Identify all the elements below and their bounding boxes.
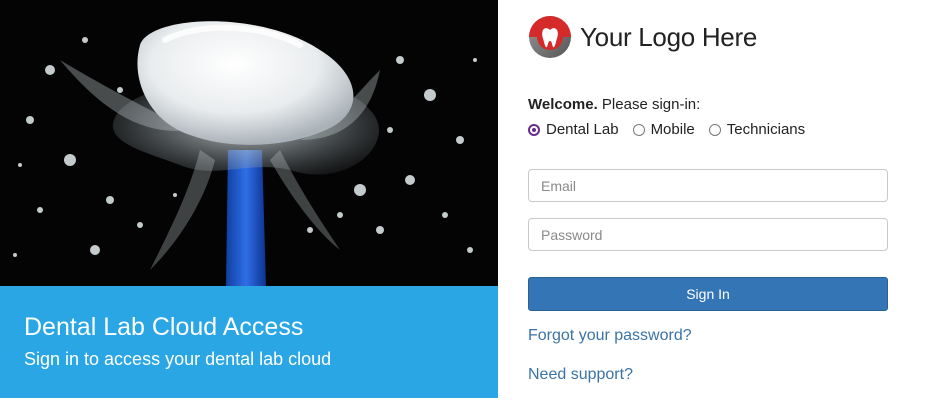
sign-in-button[interactable]: Sign In — [528, 277, 888, 311]
hero-title: Dental Lab Cloud Access — [24, 313, 304, 341]
hero-banner: Dental Lab Cloud Access Sign in to acces… — [0, 286, 498, 398]
logo-text: Your Logo Here — [580, 21, 757, 52]
role-label: Dental Lab — [546, 121, 619, 138]
forgot-password-link[interactable]: Forgot your password? — [528, 327, 692, 345]
role-option-mobile[interactable]: Mobile — [632, 121, 695, 138]
bottom-strip — [0, 398, 932, 409]
role-option-technicians[interactable]: Technicians — [708, 121, 806, 138]
welcome-instruction: Please sign-in: — [597, 96, 701, 113]
radio-selected-icon[interactable] — [528, 123, 540, 136]
role-selector: Dental Lab Mobile Technicians — [528, 121, 819, 138]
welcome-bold: Welcome. — [528, 96, 598, 113]
welcome-message: Welcome. Please sign-in: — [528, 96, 700, 113]
hero-image — [0, 0, 498, 286]
tooth-icon — [529, 16, 571, 58]
role-option-dental-lab[interactable]: Dental Lab — [528, 121, 619, 138]
radio-unselected-icon[interactable] — [632, 123, 645, 136]
email-field[interactable] — [528, 169, 888, 202]
water-splash-illustration — [0, 0, 498, 286]
role-label: Technicians — [726, 121, 806, 138]
role-label: Mobile — [650, 121, 695, 138]
company-logo: Your Logo Here — [528, 14, 757, 60]
hero-panel: Dental Lab Cloud Access Sign in to acces… — [0, 0, 498, 398]
radio-unselected-icon[interactable] — [708, 123, 721, 136]
hero-subtitle: Sign in to access your dental lab cloud — [24, 349, 332, 369]
password-field[interactable] — [528, 218, 888, 251]
need-support-link[interactable]: Need support? — [528, 366, 633, 384]
